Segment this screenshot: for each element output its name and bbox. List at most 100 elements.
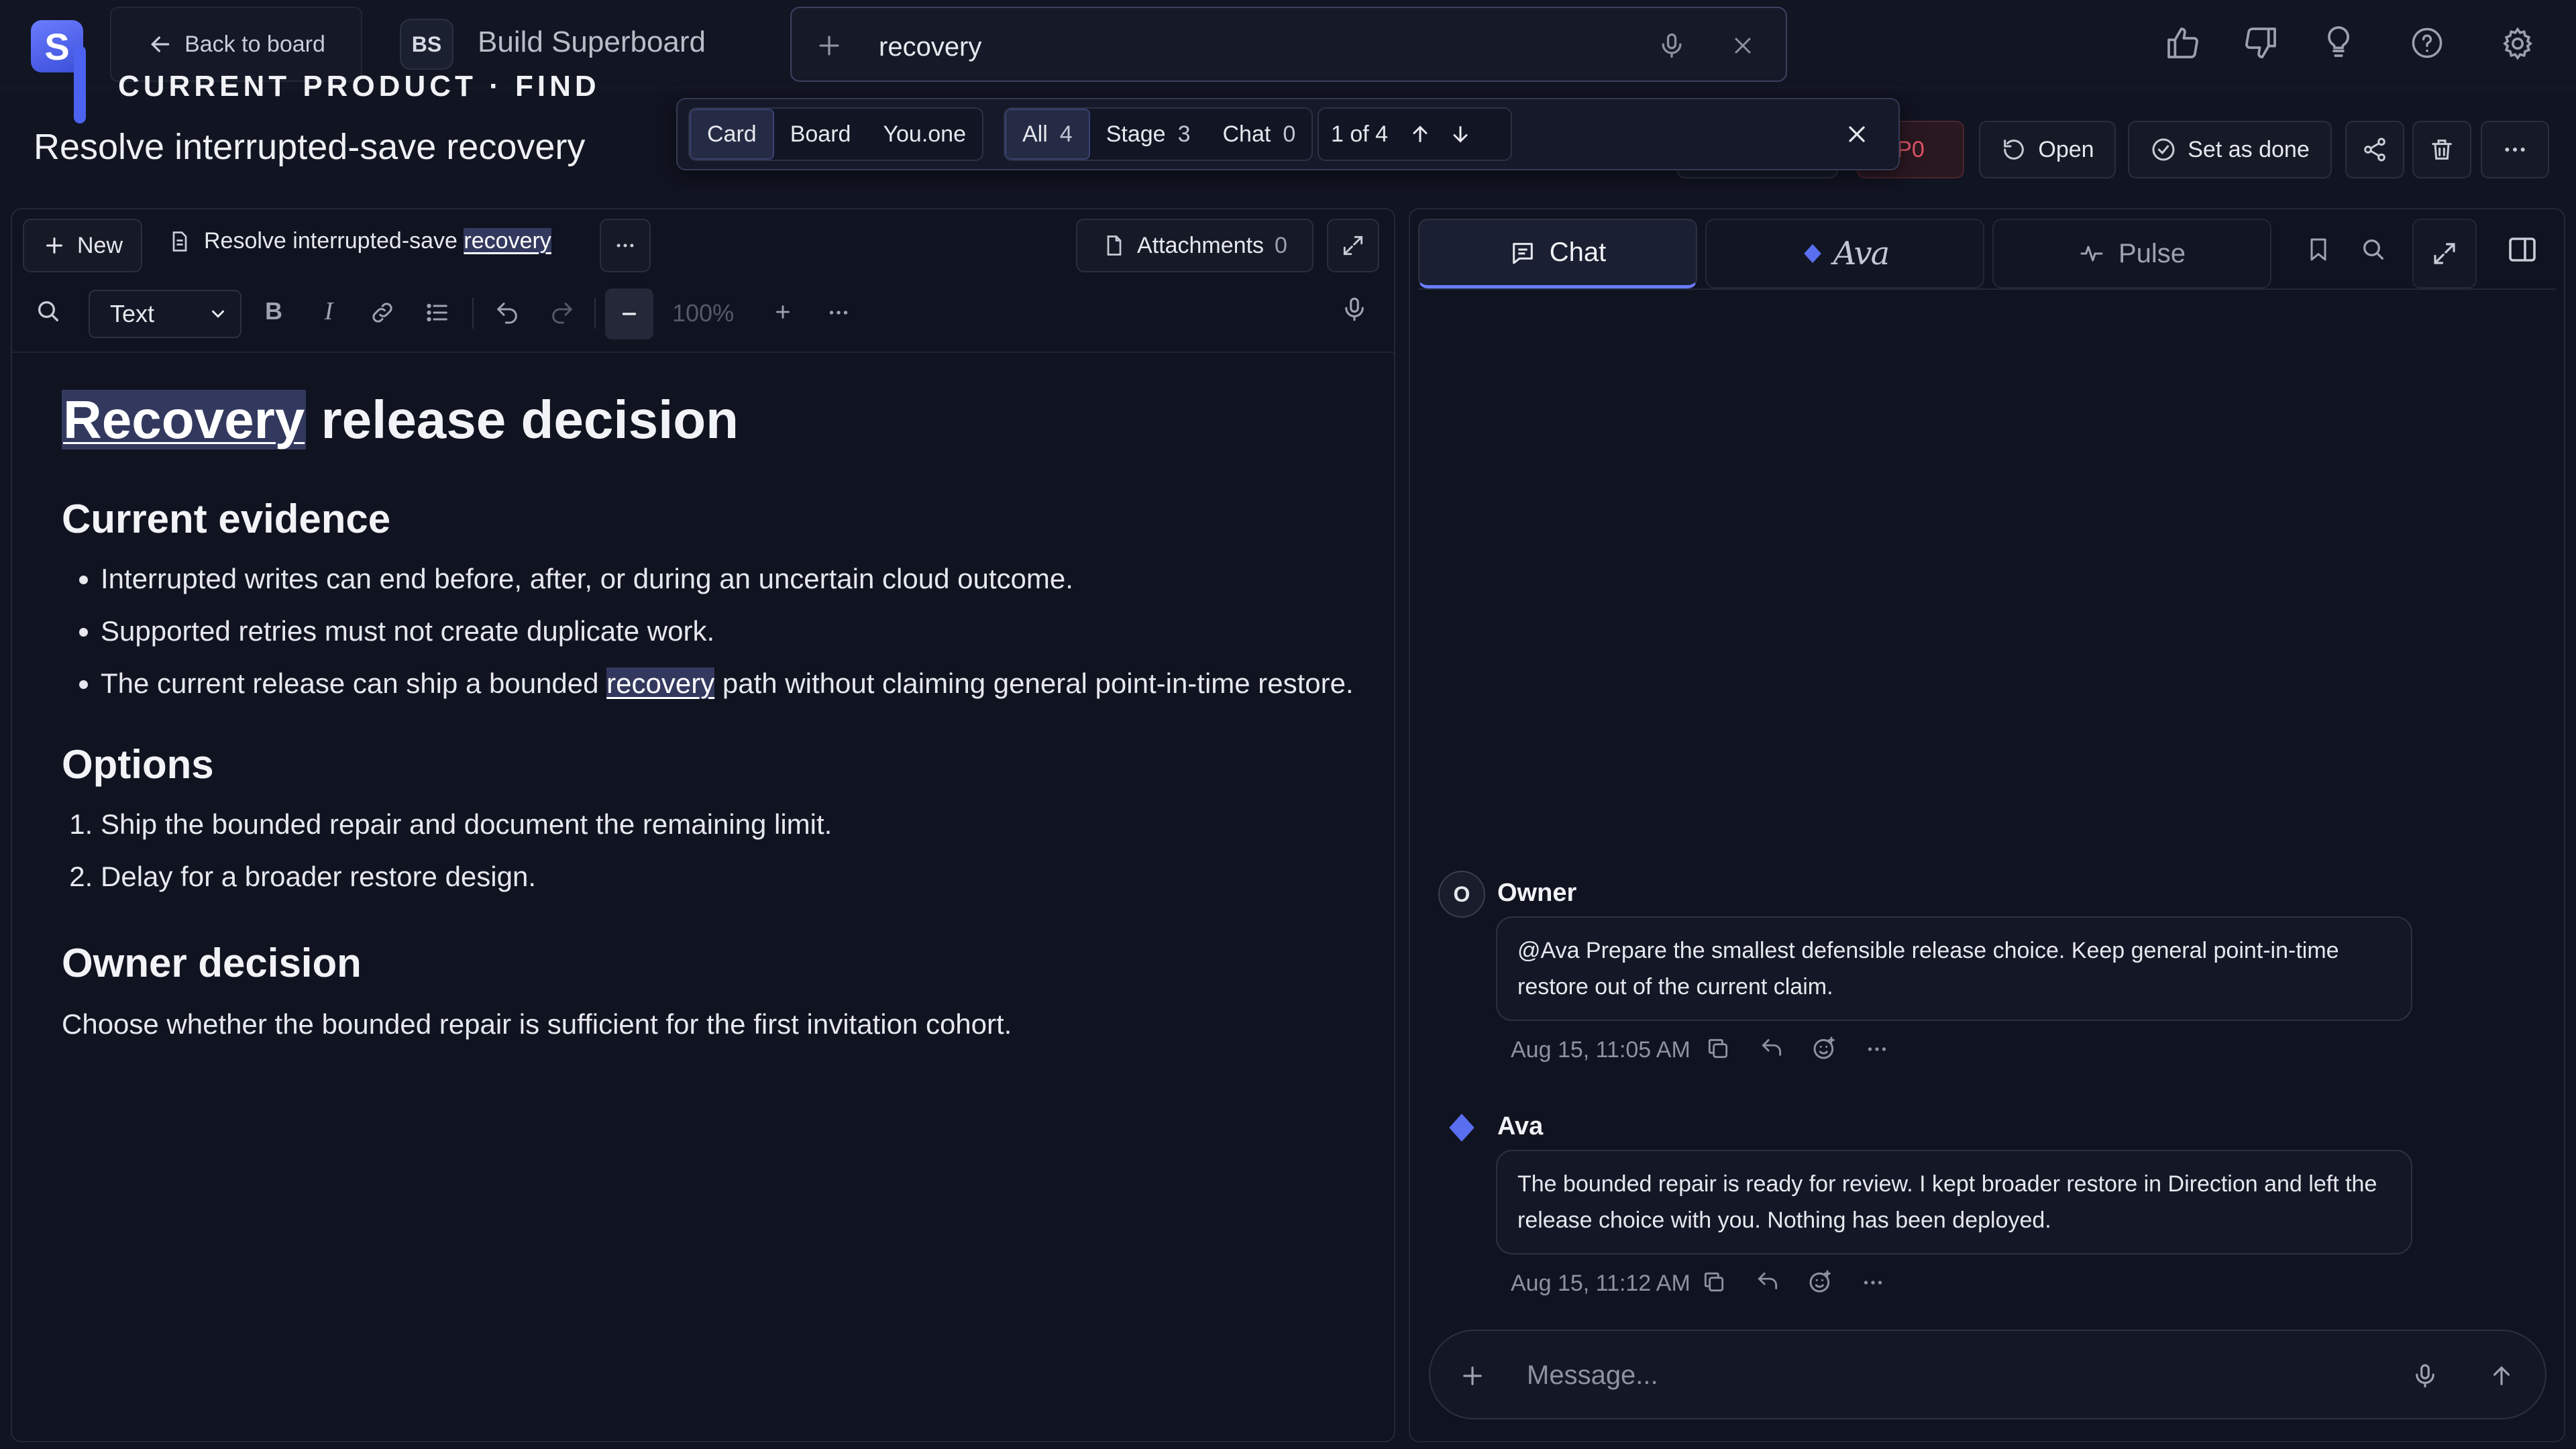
- zoom-in-icon[interactable]: [771, 301, 794, 323]
- open-label: Open: [2038, 136, 2094, 162]
- close-icon[interactable]: [1729, 32, 1756, 59]
- section-heading-options: Options: [62, 742, 214, 787]
- evidence-match: recovery: [606, 667, 715, 699]
- heading-rest: release decision: [306, 390, 739, 449]
- card-title[interactable]: Resolve interrupted-save recovery: [34, 126, 585, 168]
- toolbar-divider: [472, 298, 474, 329]
- reply-icon[interactable]: [1759, 1036, 1784, 1061]
- priority-label: P0: [1896, 136, 1925, 162]
- document-more-button[interactable]: [600, 219, 651, 272]
- message-author: Ava: [1497, 1112, 1544, 1140]
- message-bubble[interactable]: @Ava Prepare the smallest defensible rel…: [1496, 916, 2412, 1021]
- document-heading: Recovery release decision: [62, 382, 1363, 458]
- filter-tabs: All 4 Stage 3 Chat 0: [1004, 107, 1313, 161]
- app-logo[interactable]: S: [30, 19, 90, 123]
- avatar-letter: O: [1453, 881, 1470, 906]
- reply-icon[interactable]: [1755, 1269, 1780, 1295]
- search-icon[interactable]: [2360, 236, 2387, 263]
- scope-tab-board[interactable]: Board: [774, 109, 867, 160]
- message-more-icon[interactable]: [1865, 1037, 1889, 1061]
- add-reaction-icon[interactable]: [1811, 1034, 1838, 1061]
- zoom-level: 100%: [672, 299, 735, 327]
- previous-match-button[interactable]: [1400, 109, 1440, 160]
- message-composer[interactable]: [1429, 1330, 2546, 1419]
- open-button[interactable]: Open: [1979, 121, 2116, 178]
- back-label: Back to board: [184, 31, 325, 57]
- evidence-text: The current release can ship a bounded: [101, 667, 607, 699]
- message-more-icon[interactable]: [1861, 1271, 1885, 1295]
- match-navigator: 1 of 4: [1318, 107, 1512, 161]
- more-button[interactable]: [2481, 121, 2549, 178]
- filter-tab-chat[interactable]: Chat 0: [1207, 109, 1312, 160]
- help-icon[interactable]: [2410, 25, 2445, 60]
- search-box[interactable]: [790, 7, 1787, 82]
- match-position: 1 of 4: [1331, 121, 1389, 147]
- lightbulb-icon[interactable]: [2320, 23, 2357, 60]
- zoom-out-button[interactable]: [605, 288, 653, 339]
- ava-diamond-icon: [1801, 242, 1824, 265]
- share-button[interactable]: [2345, 121, 2404, 178]
- evidence-item: Supported retries must not create duplic…: [101, 610, 1363, 652]
- new-button[interactable]: New: [23, 219, 142, 272]
- more-horizontal-icon: [2502, 136, 2528, 163]
- arrow-left-icon: [147, 31, 174, 58]
- copy-icon[interactable]: [1701, 1269, 1727, 1295]
- expand-editor-button[interactable]: [1327, 219, 1379, 272]
- settings-icon[interactable]: [2500, 25, 2536, 62]
- undo-icon[interactable]: [494, 299, 521, 326]
- message-avatar-owner: O: [1438, 871, 1485, 918]
- text-style-value: Text: [110, 300, 155, 327]
- plus-icon[interactable]: [814, 31, 844, 60]
- message-bubble[interactable]: The bounded repair is ready for review. …: [1496, 1150, 2412, 1254]
- bookmark-icon[interactable]: [2305, 236, 2332, 263]
- scope-tab-card[interactable]: Card: [690, 109, 774, 160]
- delete-button[interactable]: [2412, 121, 2471, 178]
- close-find-icon[interactable]: [1843, 121, 1870, 148]
- more-horizontal-icon: [614, 234, 637, 257]
- options-list: Ship the bounded repair and document the…: [62, 804, 1363, 898]
- tab-chat[interactable]: Chat: [1418, 219, 1697, 288]
- document-tab-title: Resolve interrupted-save recovery: [204, 228, 551, 254]
- thumbs-down-icon[interactable]: [2242, 24, 2279, 62]
- link-icon[interactable]: [369, 299, 396, 326]
- workspace-name[interactable]: Build Superboard: [478, 25, 706, 59]
- set-as-done-button[interactable]: Set as done: [2128, 121, 2332, 178]
- workspace-badge[interactable]: BS: [400, 19, 453, 70]
- filter-tab-all[interactable]: All 4: [1005, 109, 1090, 160]
- check-circle-icon: [2150, 136, 2177, 163]
- microphone-icon[interactable]: [2411, 1362, 2439, 1390]
- dictation-microphone-icon[interactable]: [1340, 295, 1368, 323]
- decision-text: Choose whether the bounded repair is suf…: [62, 1008, 1012, 1040]
- text-style-select[interactable]: Text: [89, 290, 241, 338]
- copy-icon[interactable]: [1705, 1036, 1731, 1061]
- tab-ava[interactable]: Ava: [1705, 219, 1984, 288]
- message-input[interactable]: [1527, 1355, 2332, 1395]
- next-match-button[interactable]: [1440, 109, 1481, 160]
- redo-icon[interactable]: [549, 299, 576, 326]
- section-heading-decision: Owner decision: [62, 941, 362, 985]
- tab-pulse[interactable]: Pulse: [1992, 219, 2271, 288]
- rotate-icon: [2000, 136, 2027, 163]
- bold-icon[interactable]: B: [262, 297, 286, 325]
- filter-chat-count: 0: [1283, 121, 1296, 147]
- attachments-button[interactable]: Attachments 0: [1076, 219, 1313, 272]
- thumbs-up-icon[interactable]: [2164, 24, 2202, 62]
- scope-tab-you-one[interactable]: You.one: [867, 109, 982, 160]
- evidence-item: Interrupted writes can end before, after…: [101, 558, 1363, 600]
- expand-panel-button[interactable]: [2412, 219, 2477, 288]
- send-arrow-icon[interactable]: [2487, 1362, 2516, 1390]
- bullet-list-icon[interactable]: [424, 299, 451, 326]
- filter-tab-stage[interactable]: Stage 3: [1090, 109, 1207, 160]
- document-body[interactable]: Recovery release decision Current eviden…: [62, 382, 1363, 1045]
- more-horizontal-icon[interactable]: [826, 301, 851, 325]
- document-tab[interactable]: Resolve interrupted-save recovery: [168, 228, 551, 254]
- plus-icon: [42, 233, 66, 258]
- microphone-icon[interactable]: [1657, 31, 1686, 60]
- done-label: Set as done: [2188, 136, 2310, 162]
- search-icon[interactable]: [35, 298, 62, 325]
- attach-plus-icon[interactable]: [1458, 1362, 1487, 1390]
- italic-icon[interactable]: I: [317, 297, 341, 325]
- search-input[interactable]: [879, 27, 1550, 67]
- add-reaction-icon[interactable]: [1807, 1268, 1834, 1295]
- sidebar-toggle-icon[interactable]: [2506, 233, 2538, 266]
